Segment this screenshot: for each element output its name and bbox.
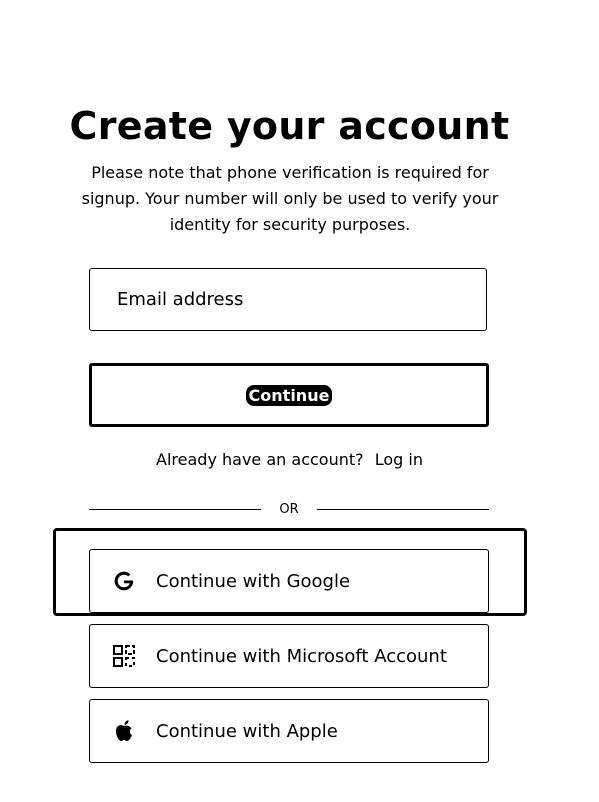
apple-icon [112,719,136,743]
divider-or: OR [279,502,299,517]
microsoft-button-label: Continue with Microsoft Account [156,645,447,667]
page-title: Create your account [69,104,510,148]
google-icon [112,569,136,593]
continue-with-google-button[interactable]: Continue with Google [89,549,489,613]
divider-line-right [317,509,489,510]
login-link[interactable]: Log in [375,450,423,469]
page-subtitle: Please note that phone verification is r… [81,163,499,234]
login-row: Already have an account? Log in [0,450,579,469]
microsoft-icon [112,644,136,668]
continue-button[interactable]: Continue [89,363,489,427]
divider-line-left [89,509,261,510]
email-field[interactable] [89,268,487,331]
continue-button-label: Continue [245,384,333,406]
apple-button-label: Continue with Apple [156,720,338,742]
google-button-label: Continue with Google [156,570,351,592]
continue-with-microsoft-button[interactable]: Continue with Microsoft Account [89,624,489,688]
login-prompt: Already have an account? [156,450,364,469]
continue-with-apple-button[interactable]: Continue with Apple [89,699,489,763]
